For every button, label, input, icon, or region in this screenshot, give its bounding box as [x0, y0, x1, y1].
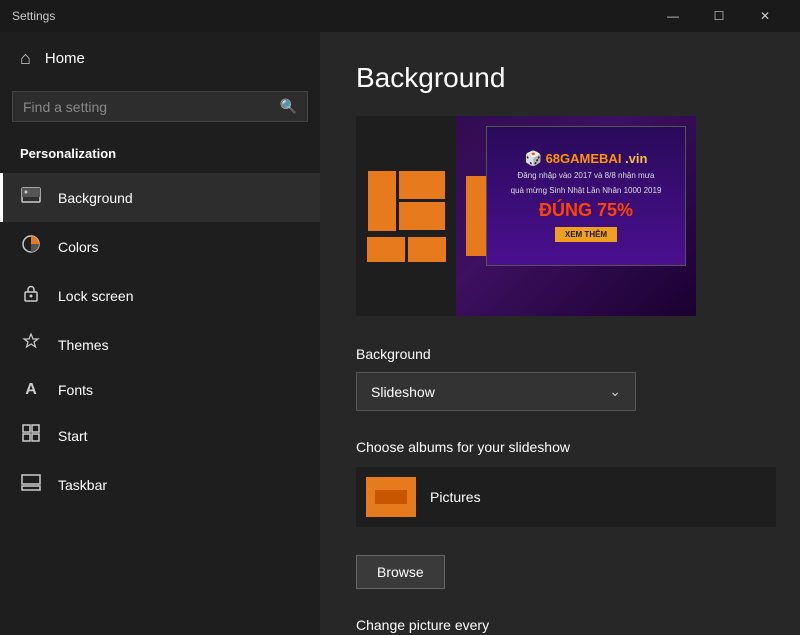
maximize-button[interactable]: ☐: [696, 0, 742, 32]
change-picture-label: Change picture every: [356, 617, 764, 633]
main-layout: ⌂ Home 🔍 Personalization Background: [0, 32, 800, 635]
sidebar-item-background[interactable]: Background: [0, 173, 320, 222]
sidebar-item-taskbar[interactable]: Taskbar: [0, 460, 320, 509]
album-name: Pictures: [430, 489, 481, 505]
orange-sm-1: [367, 237, 405, 262]
search-box: 🔍: [12, 91, 308, 122]
sidebar-label-colors: Colors: [58, 239, 98, 255]
sidebar-item-colors[interactable]: Colors: [0, 222, 320, 271]
fonts-icon: A: [20, 381, 42, 399]
search-icon: 🔍: [280, 98, 297, 115]
sidebar-item-fonts[interactable]: A Fonts: [0, 369, 320, 411]
orange-sm-2: [408, 237, 446, 262]
search-input[interactable]: [23, 99, 280, 115]
sidebar-item-start[interactable]: Start: [0, 411, 320, 460]
ad-text2: quà mừng Sinh Nhật Lần Nhân 1000 2019: [511, 186, 662, 196]
background-setting-label: Background: [356, 346, 764, 362]
album-thumbnail: [366, 477, 416, 517]
title-bar: Settings — ☐ ✕: [0, 0, 800, 32]
home-label: Home: [45, 50, 85, 67]
background-dropdown-value: Slideshow: [371, 384, 435, 400]
ad-banner: 🎲 68GAMEBAI .vin Đăng nhập vào 2017 và 8…: [486, 126, 686, 266]
change-picture-group: Change picture every 30 minutes ⌄: [356, 617, 764, 635]
sidebar-item-lock-screen[interactable]: Lock screen: [0, 271, 320, 320]
lock-icon: [20, 283, 42, 308]
app-title: Settings: [12, 9, 55, 23]
window-controls: — ☐ ✕: [650, 0, 788, 32]
ad-logo: 🎲 68GAMEBAI .vin: [525, 150, 648, 167]
content-area: Background: [320, 32, 800, 635]
sidebar-label-taskbar: Taskbar: [58, 477, 107, 493]
ad-text1: Đăng nhập vào 2017 và 8/8 nhận mưa: [517, 171, 654, 181]
sidebar-label-start: Start: [58, 428, 88, 444]
page-title: Background: [356, 62, 764, 94]
colors-icon: [20, 234, 42, 259]
dropdown-chevron-icon: ⌄: [609, 383, 621, 400]
section-label: Personalization: [0, 138, 320, 173]
sidebar-label-themes: Themes: [58, 337, 109, 353]
close-button[interactable]: ✕: [742, 0, 788, 32]
background-dropdown[interactable]: Slideshow ⌄: [356, 372, 636, 411]
browse-button[interactable]: Browse: [356, 555, 445, 589]
themes-icon: [20, 332, 42, 357]
album-item-pictures[interactable]: Pictures: [356, 467, 776, 527]
home-icon: ⌂: [20, 48, 31, 69]
sidebar-item-themes[interactable]: Themes: [0, 320, 320, 369]
sidebar-label-fonts: Fonts: [58, 382, 93, 398]
background-preview: Aa 🎲 68GAMEBAI .vin Đăng nhập vào 2017 v…: [356, 116, 696, 316]
sidebar-label-lock-screen: Lock screen: [58, 288, 133, 304]
choose-albums-label: Choose albums for your slideshow: [356, 439, 764, 455]
ad-button: XEM THÊM: [555, 227, 617, 242]
preview-left-panel: [356, 116, 456, 316]
orange-small-row: [367, 237, 446, 262]
background-icon: [20, 185, 42, 210]
albums-group: Choose albums for your slideshow Picture…: [356, 439, 764, 527]
taskbar-icon: [20, 472, 42, 497]
sidebar-label-background: Background: [58, 190, 133, 206]
sidebar-home[interactable]: ⌂ Home: [0, 32, 320, 85]
sidebar: ⌂ Home 🔍 Personalization Background: [0, 32, 320, 635]
minimize-button[interactable]: —: [650, 0, 696, 32]
ad-percent: ĐÚNG 75%: [539, 200, 633, 221]
preview-inner: Aa 🎲 68GAMEBAI .vin Đăng nhập vào 2017 v…: [356, 116, 696, 316]
start-icon: [20, 423, 42, 448]
background-setting-group: Background Slideshow ⌄: [356, 346, 764, 411]
album-thumb-inner: [375, 490, 407, 504]
